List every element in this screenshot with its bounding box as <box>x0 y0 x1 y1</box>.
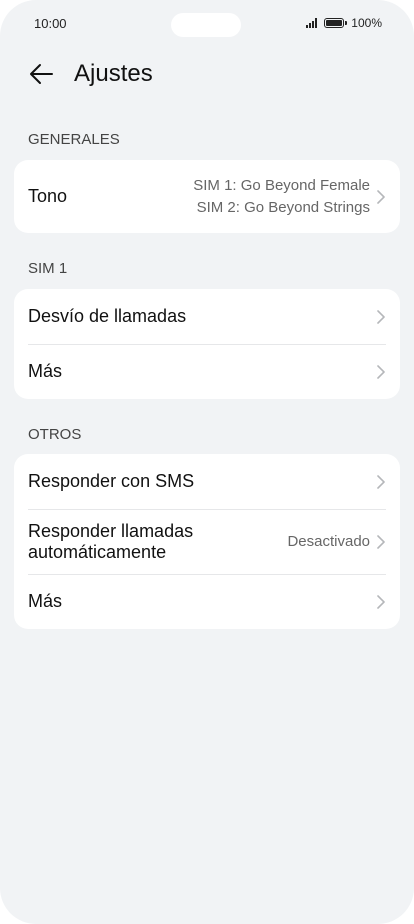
chevron-right-icon <box>377 534 385 549</box>
battery-icon <box>324 18 348 28</box>
auto-answer-label-line1: Responder llamadas <box>28 520 194 541</box>
phone-screen: 10:00 100% Ajustes GENERALES Tono SIM 1:… <box>0 0 414 924</box>
setting-row-reply-sms[interactable]: Responder con SMS <box>14 454 400 509</box>
setting-row-others-more[interactable]: Más <box>14 574 400 629</box>
setting-value-tone: SIM 1: Go Beyond Female SIM 2: Go Beyond… <box>193 175 386 219</box>
setting-label-others-more: Más <box>28 591 63 611</box>
section-label-general: GENERALES <box>28 131 120 148</box>
setting-label-reply-sms: Responder con SMS <box>28 471 195 491</box>
setting-label-tone: Tono <box>28 186 68 206</box>
chevron-right-icon <box>377 309 385 324</box>
auto-answer-label-line2: automáticamente <box>28 541 167 562</box>
status-time: 10:00 <box>34 15 67 31</box>
setting-value-auto-answer: Desactivado <box>287 531 386 553</box>
chevron-right-icon <box>377 474 385 489</box>
section-label-sim1: SIM 1 <box>28 260 68 277</box>
tone-sim1-value: SIM 1: Go Beyond Female <box>193 176 370 194</box>
tone-sim2-value: SIM 2: Go Beyond Strings <box>196 198 370 216</box>
card-sim1: Desvío de llamadas Más <box>14 289 400 399</box>
setting-label-auto-answer: Responder llamadas automáticamente <box>28 521 193 563</box>
card-others: Responder con SMS Responder llamadas aut… <box>14 454 400 629</box>
header: Ajustes <box>28 54 386 94</box>
setting-row-tone[interactable]: Tono SIM 1: Go Beyond Female SIM 2: Go B… <box>14 160 400 233</box>
auto-answer-status: Desactivado <box>287 532 370 550</box>
chevron-right-icon <box>377 364 385 379</box>
battery-percent: 100% <box>351 16 382 30</box>
status-bar: 10:00 100% <box>0 0 414 46</box>
page-title: Ajustes <box>74 60 153 87</box>
back-arrow-icon[interactable] <box>28 61 54 87</box>
chevron-right-icon <box>377 189 385 204</box>
setting-label-call-forwarding: Desvío de llamadas <box>28 306 187 326</box>
camera-cutout <box>171 13 241 37</box>
setting-row-auto-answer[interactable]: Responder llamadas automáticamente Desac… <box>14 509 400 574</box>
status-indicators: 100% <box>306 16 382 30</box>
setting-row-sim1-more[interactable]: Más <box>14 344 400 399</box>
card-general: Tono SIM 1: Go Beyond Female SIM 2: Go B… <box>14 160 400 233</box>
setting-label-sim1-more: Más <box>28 361 63 381</box>
chevron-right-icon <box>377 594 385 609</box>
signal-icon <box>306 18 318 28</box>
section-label-others: OTROS <box>28 426 82 443</box>
setting-row-call-forwarding[interactable]: Desvío de llamadas <box>14 289 400 344</box>
